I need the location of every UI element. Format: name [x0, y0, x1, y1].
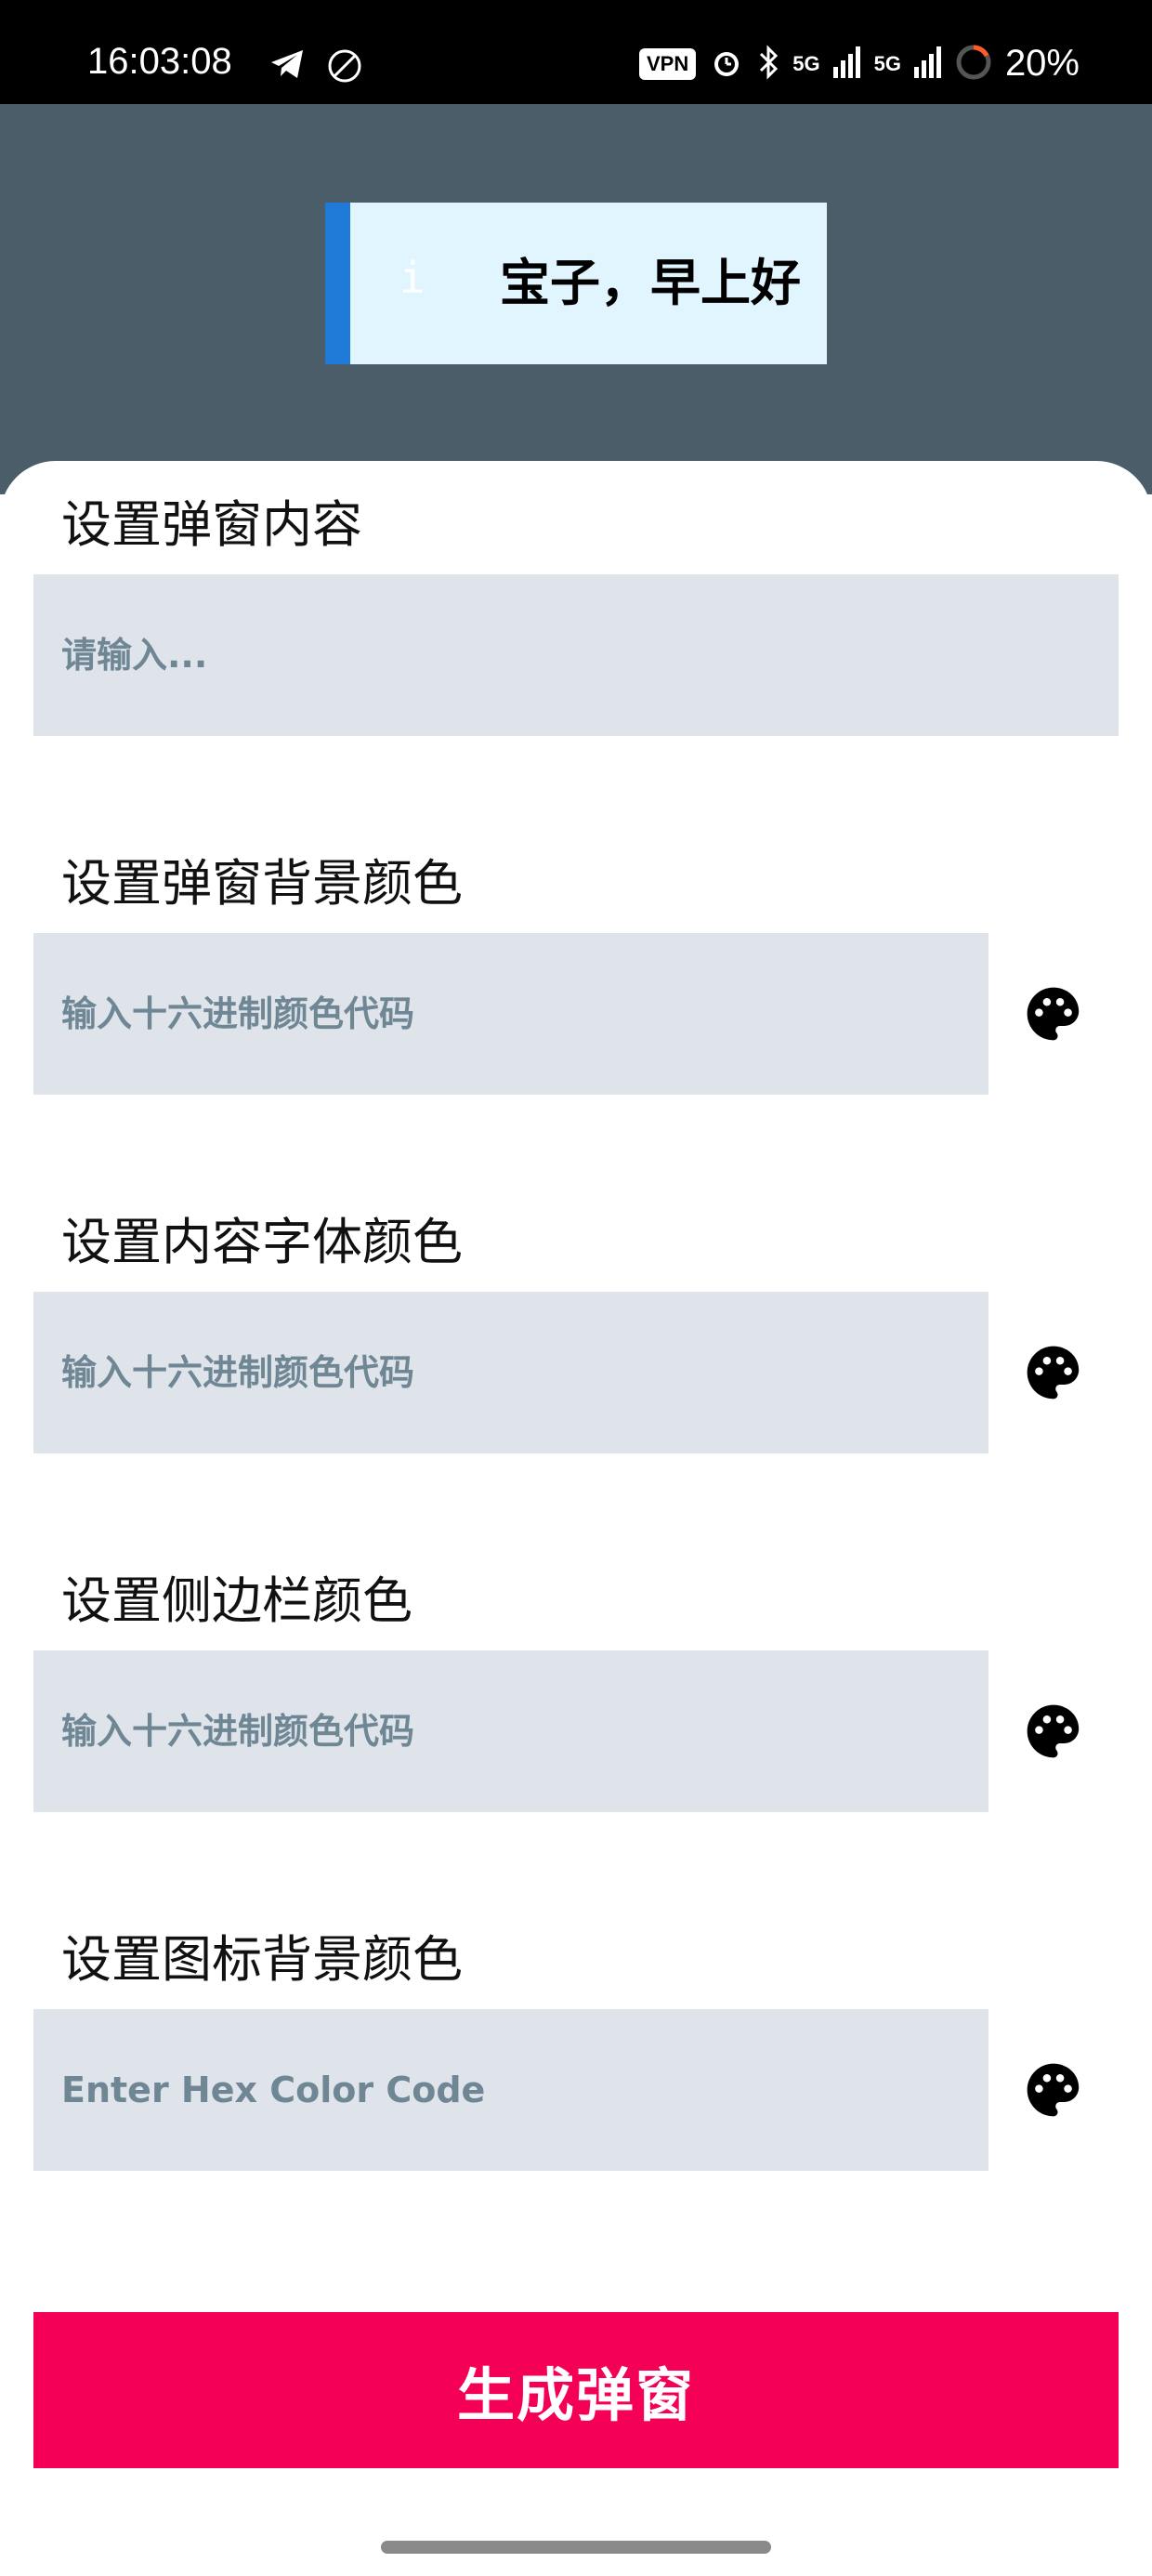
alarm-icon — [709, 45, 744, 84]
info-icon: i — [399, 253, 425, 303]
content-input[interactable] — [33, 574, 1119, 736]
sidebar-color-label: 设置侧边栏颜色 — [61, 1571, 412, 1630]
palette-icon[interactable] — [1022, 2058, 1085, 2122]
bg-color-label: 设置弹窗背景颜色 — [61, 854, 463, 913]
settings-sheet: 设置弹窗内容 设置弹窗背景颜色 设置内容字体颜色 设置侧边栏颜色 设置图标背景颜… — [0, 461, 1152, 2576]
icon-bg-color-label: 设置图标背景颜色 — [61, 1930, 463, 1989]
popup-preview-text: 宝子，早上好 — [500, 254, 801, 312]
status-bar: 16:03:08 VPN 5G 5G 20% — [0, 0, 1152, 104]
generate-popup-button[interactable]: 生成弹窗 — [33, 2312, 1119, 2468]
battery-percent: 20% — [1004, 43, 1080, 84]
signal-label-1: 5G — [792, 51, 820, 75]
palette-icon[interactable] — [1022, 1341, 1085, 1404]
status-time: 16:03:08 — [87, 41, 232, 82]
signal-bars-icon — [913, 46, 942, 82]
palette-icon[interactable] — [1022, 1700, 1085, 1763]
sidebar-color-input[interactable] — [33, 1650, 988, 1812]
popup-sidebar — [325, 203, 350, 364]
font-color-input[interactable] — [33, 1292, 988, 1453]
signal-label-2: 5G — [873, 51, 901, 75]
bg-color-input[interactable] — [33, 933, 988, 1095]
vpn-badge: VPN — [638, 47, 697, 80]
no-ads-icon — [327, 48, 362, 87]
font-color-label: 设置内容字体颜色 — [61, 1213, 463, 1271]
telegram-icon — [269, 48, 305, 87]
icon-bg-color-input[interactable] — [33, 2009, 988, 2171]
popup-preview: i 宝子，早上好 — [325, 203, 827, 364]
content-label: 设置弹窗内容 — [61, 495, 362, 554]
battery-icon — [955, 44, 992, 85]
preview-header: i 宝子，早上好 — [0, 104, 1152, 494]
bluetooth-icon — [757, 44, 779, 84]
home-indicator[interactable] — [381, 2541, 771, 2554]
signal-bars-icon — [832, 46, 861, 82]
palette-icon[interactable] — [1022, 982, 1085, 1045]
